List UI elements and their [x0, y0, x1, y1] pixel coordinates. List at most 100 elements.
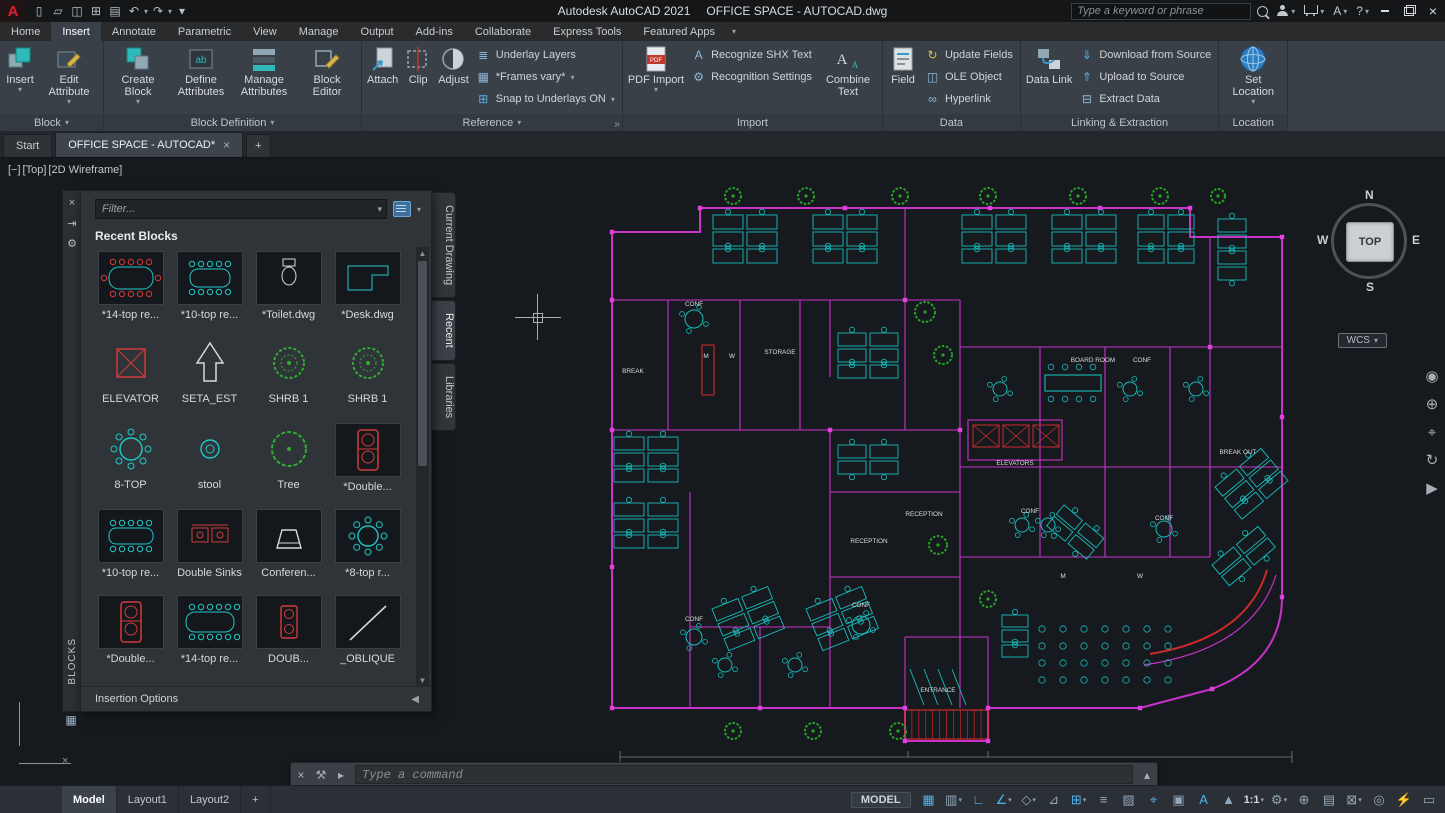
object-snap-toggle[interactable]: ⊞ ▾	[1067, 789, 1091, 810]
panel-label-location[interactable]: Location	[1219, 114, 1288, 131]
save-icon[interactable]: ◫	[68, 2, 86, 20]
qat-dropdown-icon[interactable]: ▾	[173, 2, 191, 20]
snap-mode-toggle[interactable]: ▥ ▾	[942, 789, 966, 810]
button-hyperlink[interactable]: ∞ Hyperlink	[921, 88, 1017, 110]
polar-tracking-toggle[interactable]: ∠ ▾	[992, 789, 1016, 810]
autodesk-account-button[interactable]: A ▾	[1331, 4, 1349, 18]
open-file-icon[interactable]: ▱	[49, 2, 67, 20]
command-close-icon[interactable]: ×	[291, 768, 311, 782]
navigation-wheel-icon[interactable]: ◉	[1421, 365, 1443, 387]
block-item-seta-est[interactable]: SETA_EST	[170, 335, 249, 421]
button-combine-text[interactable]: A A Combine Text	[817, 43, 879, 99]
ribbon-tab-home[interactable]: Home	[0, 22, 51, 41]
block-item-doub[interactable]: DOUB...	[249, 593, 328, 679]
button-pdf-import[interactable]: PDF PDF Import ▾	[626, 43, 686, 95]
view-cube[interactable]: N S W E TOP	[1317, 188, 1420, 294]
button-recognize-shx-text[interactable]: A Recognize SHX Text	[687, 44, 816, 66]
ribbon-tab-manage[interactable]: Manage	[288, 22, 350, 41]
block-item-conferen[interactable]: Conferen...	[249, 507, 328, 593]
button-create-block[interactable]: Create Block ▾	[107, 43, 169, 107]
isometric-drafting-toggle[interactable]: ◇ ▾	[1017, 789, 1041, 810]
grid-display-toggle[interactable]: ▦	[917, 789, 941, 810]
command-input[interactable]	[356, 767, 1132, 782]
scroll-up-icon[interactable]: ▲	[416, 247, 429, 259]
button-underlay-layers[interactable]: ≣ Underlay Layers	[472, 44, 619, 66]
minimize-button[interactable]	[1375, 1, 1395, 21]
annotation-scale-toggle[interactable]: 1:1 ▾	[1242, 789, 1266, 810]
panel-label-import[interactable]: Import	[622, 114, 882, 131]
orbit-icon[interactable]: ↻	[1421, 449, 1443, 471]
button-field[interactable]: Field	[886, 43, 920, 87]
viewport-menu[interactable]: [−]	[8, 164, 21, 176]
file-tab-office-space-autocad[interactable]: OFFICE SPACE - AUTOCAD* ×	[55, 132, 244, 157]
help-button[interactable]: ? ▾	[1354, 4, 1371, 18]
palette-properties-icon[interactable]: ⚙	[67, 235, 77, 251]
block-item-shrb-1[interactable]: SHRB 1	[249, 335, 328, 421]
view-cube-top-face[interactable]: TOP	[1346, 222, 1394, 262]
print-plot-icon[interactable]: ▤	[106, 2, 124, 20]
button-upload-to-source[interactable]: ⇑ Upload to Source	[1075, 66, 1215, 88]
block-filter-input[interactable]	[95, 199, 387, 219]
block-library-icon[interactable]	[392, 201, 411, 217]
lineweight-toggle[interactable]: ≡	[1092, 789, 1116, 810]
command-customize-icon[interactable]: ⚒	[311, 768, 331, 782]
button-snap-to-underlays-on[interactable]: ⊞ Snap to Underlays ON ▾	[472, 88, 619, 110]
block-item-tree[interactable]: Tree	[249, 421, 328, 507]
ribbon-display-toggle[interactable]: ▾	[726, 22, 742, 41]
layout-tab-layout2[interactable]: Layout2	[179, 786, 242, 813]
ribbon-tab-output[interactable]: Output	[350, 22, 405, 41]
save-as-icon[interactable]: ⊞	[87, 2, 105, 20]
block-item-desk-dwg[interactable]: *Desk.dwg	[328, 249, 407, 335]
button-extract-data[interactable]: ⊟ Extract Data	[1075, 88, 1215, 110]
dynamic-input-toggle[interactable]: ⌖	[1142, 789, 1166, 810]
new-drawing-tab[interactable]: +	[246, 134, 271, 157]
chevron-down-icon[interactable]: ▾	[417, 205, 421, 214]
zoom-icon[interactable]: ⌖	[1421, 421, 1443, 443]
button-block-editor[interactable]: Block Editor	[296, 43, 358, 99]
panel-label-reference[interactable]: Reference ▾	[362, 114, 622, 131]
block-item-toilet-dwg[interactable]: *Toilet.dwg	[249, 249, 328, 335]
ribbon-tab-parametric[interactable]: Parametric	[167, 22, 242, 41]
wcs-selector[interactable]: WCS ▾	[1337, 333, 1387, 348]
collapse-icon[interactable]: ◀	[411, 694, 419, 705]
ribbon-tab-insert[interactable]: Insert	[51, 22, 101, 41]
show-motion-icon[interactable]: ▶	[1421, 477, 1443, 499]
panel-label-linking-extraction[interactable]: Linking & Extraction	[1020, 114, 1219, 131]
palette-launcher-icon[interactable]: ▦	[63, 712, 79, 728]
graphics-performance-toggle[interactable]: ⚡	[1392, 789, 1416, 810]
button-define-attributes[interactable]: ab Define Attributes	[170, 43, 232, 99]
workspace-switching-toggle[interactable]: ⚙ ▾	[1267, 789, 1291, 810]
button-update-fields[interactable]: ↻ Update Fields	[921, 44, 1017, 66]
block-item-stool[interactable]: stool	[170, 421, 249, 507]
ribbon-tab-view[interactable]: View	[242, 22, 288, 41]
app-store-button[interactable]: ▾	[1302, 5, 1326, 16]
insertion-options-bar[interactable]: Insertion Options ◀	[81, 686, 431, 711]
layout-tab-layout1[interactable]: Layout1	[117, 786, 179, 813]
chevron-down-icon[interactable]: ▾	[144, 7, 148, 16]
button-clip[interactable]: Clip	[401, 43, 435, 87]
selection-cycling-toggle[interactable]: ▣	[1167, 789, 1191, 810]
visual-style-control[interactable]: [2D Wireframe]	[48, 164, 122, 176]
block-item-10-top-re[interactable]: *10-top re...	[91, 507, 170, 593]
palette-tab-libraries[interactable]: Libraries	[430, 362, 456, 432]
block-item-shrb-1[interactable]: SHRB 1	[328, 335, 407, 421]
compass-east[interactable]: E	[1412, 233, 1420, 247]
block-item-8-top[interactable]: 8-TOP	[91, 421, 170, 507]
compass-south[interactable]: S	[1366, 280, 1374, 294]
search-button[interactable]	[1255, 5, 1270, 17]
panel-expander-icon[interactable]: »	[614, 119, 620, 130]
panel-label-block-definition[interactable]: Block Definition ▾	[104, 114, 361, 131]
palette-scrollbar[interactable]: ▲ ▼	[416, 247, 429, 686]
palette-tab-current-drawing[interactable]: Current Drawing	[430, 192, 456, 299]
palette-close-icon[interactable]: ×	[69, 195, 75, 211]
palette-autohide-icon[interactable]: ⇥	[67, 215, 76, 231]
ortho-mode-toggle[interactable]: ∟	[967, 789, 991, 810]
autoscale-toggle[interactable]: ▲	[1217, 789, 1241, 810]
button-set-location[interactable]: Set Location ▾	[1222, 43, 1284, 107]
block-item-double[interactable]: *Double...	[328, 421, 407, 507]
panel-label-data[interactable]: Data	[882, 114, 1020, 131]
block-item-8-top-r[interactable]: *8-top r...	[328, 507, 407, 593]
compass-west[interactable]: W	[1317, 233, 1328, 247]
lock-ui-toggle[interactable]: ⊠ ▾	[1342, 789, 1366, 810]
recent-commands-icon[interactable]: ▸	[331, 768, 351, 782]
